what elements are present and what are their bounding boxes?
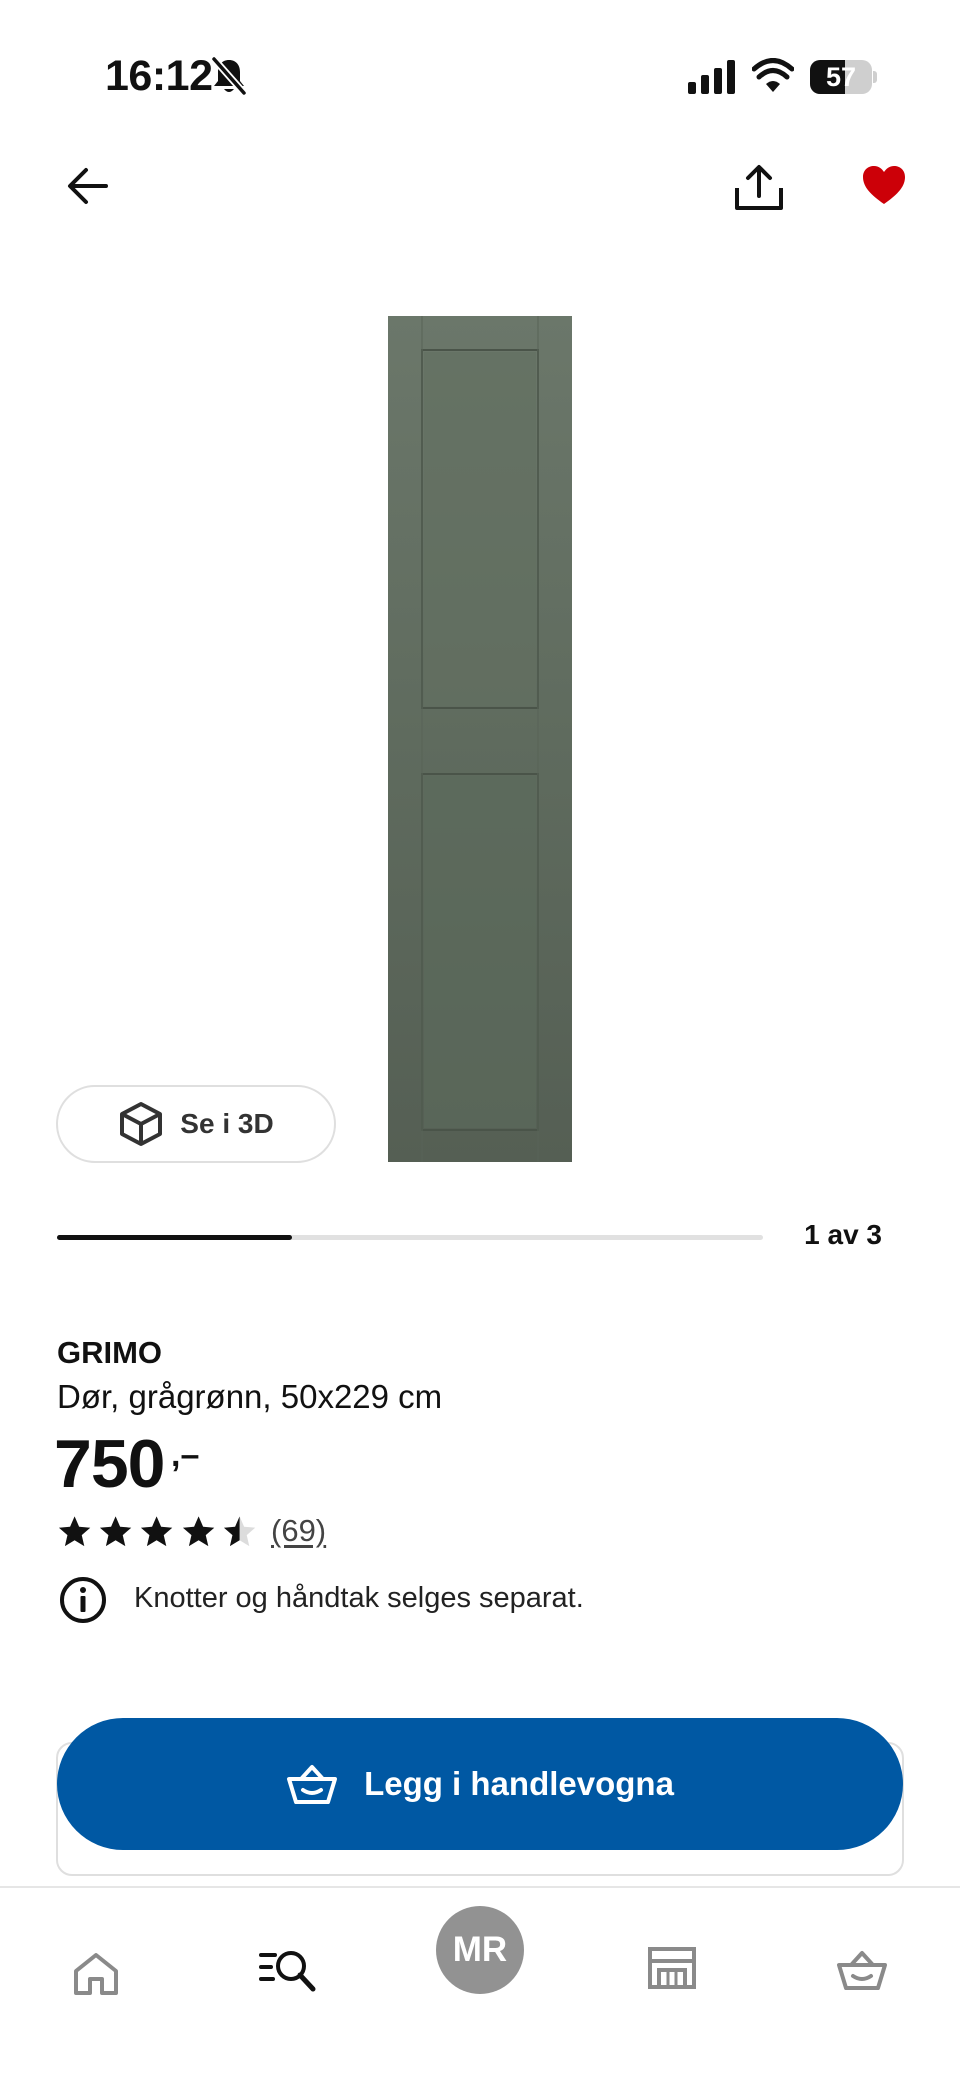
star-icon bbox=[223, 1516, 256, 1547]
profile-initials: MR bbox=[452, 1930, 508, 1969]
add-to-cart-label: Legg i handlevogna bbox=[364, 1765, 674, 1802]
profile-avatar[interactable]: MR bbox=[436, 1906, 524, 1994]
heart-icon bbox=[863, 166, 905, 204]
favorite-button[interactable] bbox=[858, 160, 910, 210]
back-button[interactable] bbox=[58, 158, 116, 214]
add-to-cart-button[interactable]: Legg i handlevogna bbox=[57, 1718, 903, 1850]
battery-percent: 57 bbox=[825, 62, 857, 92]
rating-stars[interactable] bbox=[57, 1514, 257, 1550]
bell-slash-icon bbox=[211, 56, 247, 96]
product-image[interactable] bbox=[388, 316, 572, 1162]
cellular-signal-icon bbox=[688, 60, 735, 94]
view-3d-label: Se i 3D bbox=[180, 1108, 274, 1139]
share-button[interactable] bbox=[730, 160, 788, 216]
store-icon bbox=[648, 1947, 696, 1989]
carousel-progress-fill bbox=[57, 1235, 293, 1240]
cube-3d-icon bbox=[120, 1102, 163, 1146]
star-icon bbox=[58, 1516, 91, 1547]
share-icon bbox=[735, 165, 783, 210]
view-3d-button[interactable]: Se i 3D bbox=[56, 1085, 336, 1163]
info-icon bbox=[60, 1577, 106, 1623]
status-time: 16:12 bbox=[105, 52, 213, 100]
product-description: Dør, grågrønn, 50x229 cm bbox=[57, 1378, 443, 1415]
product-name: GRIMO bbox=[57, 1335, 163, 1370]
bottom-tab-bar: MR bbox=[0, 1886, 960, 2087]
product-price: 750 bbox=[54, 1426, 165, 1502]
wifi-icon bbox=[752, 58, 794, 92]
carousel-counter: 1 av 3 bbox=[804, 1219, 882, 1250]
arrow-left-icon bbox=[68, 168, 108, 204]
tab-search[interactable] bbox=[258, 1940, 318, 2000]
status-bar: 16:12 57 bbox=[0, 0, 960, 150]
star-icon bbox=[100, 1516, 132, 1547]
tab-home[interactable] bbox=[66, 1944, 126, 2004]
info-text: Knotter og håndtak selges separat. bbox=[134, 1582, 584, 1614]
shopping-basket-icon bbox=[287, 1765, 338, 1804]
star-icon bbox=[182, 1516, 214, 1547]
shopping-basket-icon bbox=[837, 1951, 887, 1990]
tab-cart[interactable] bbox=[834, 1942, 890, 1998]
tab-stores[interactable] bbox=[644, 1940, 700, 1996]
home-icon bbox=[74, 1953, 118, 1995]
search-icon bbox=[259, 1951, 316, 1992]
price-suffix: ,– bbox=[171, 1436, 200, 1474]
review-count-link[interactable]: (69) bbox=[271, 1513, 326, 1549]
star-icon bbox=[141, 1516, 173, 1547]
carousel-progress bbox=[57, 1235, 763, 1240]
battery-icon: 57 bbox=[810, 60, 877, 94]
